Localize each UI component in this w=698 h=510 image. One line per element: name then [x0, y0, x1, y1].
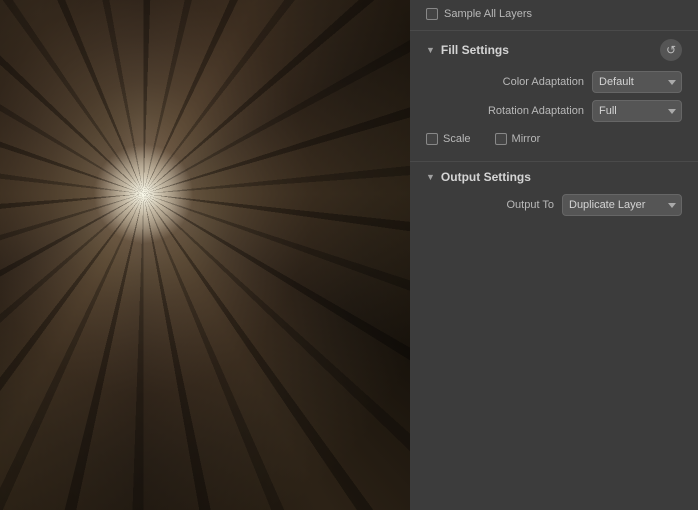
sample-all-layers-row: Sample All Layers — [410, 0, 698, 28]
output-to-row: Output To Duplicate Layer New Layer Curr… — [426, 194, 682, 216]
divider-top — [410, 30, 698, 31]
sample-all-layers-checkbox[interactable] — [426, 8, 438, 20]
output-to-control: Duplicate Layer New Layer Current Layer — [562, 194, 682, 216]
output-settings-header[interactable]: ▼ Output Settings — [410, 164, 698, 190]
mirror-label: Mirror — [512, 133, 541, 145]
rotation-adaptation-control: None Low Medium High Full — [592, 100, 682, 122]
sample-all-layers-label: Sample All Layers — [444, 8, 532, 20]
color-adaptation-select[interactable]: Default None Strict Loose Very Strict — [592, 71, 682, 93]
output-settings-title: Output Settings — [441, 170, 682, 184]
reset-icon: ↺ — [666, 43, 676, 57]
rotation-adaptation-label: Rotation Adaptation — [426, 105, 592, 117]
fill-settings-chevron-icon: ▼ — [426, 45, 435, 55]
fill-settings-reset-button[interactable]: ↺ — [660, 39, 682, 61]
image-panel — [0, 0, 410, 510]
output-to-select[interactable]: Duplicate Layer New Layer Current Layer — [562, 194, 682, 216]
color-adaptation-control: Default None Strict Loose Very Strict — [592, 71, 682, 93]
color-adaptation-row: Color Adaptation Default None Strict Loo… — [426, 71, 682, 93]
scale-item: Scale — [426, 133, 471, 145]
mirror-item: Mirror — [495, 133, 541, 145]
mirror-checkbox[interactable] — [495, 133, 507, 145]
output-settings-content: Output To Duplicate Layer New Layer Curr… — [410, 190, 698, 235]
rotation-adaptation-row: Rotation Adaptation None Low Medium High… — [426, 100, 682, 122]
scale-label: Scale — [443, 133, 471, 145]
fill-settings-title: Fill Settings — [441, 43, 654, 57]
side-panel: Sample All Layers ▼ Fill Settings ↺ Colo… — [410, 0, 698, 510]
pantheon-image — [0, 0, 410, 510]
fill-settings-section: ▼ Fill Settings ↺ Color Adaptation Defau… — [410, 33, 698, 159]
color-adaptation-label: Color Adaptation — [426, 76, 592, 88]
output-to-label: Output To — [426, 199, 562, 211]
fill-settings-header[interactable]: ▼ Fill Settings ↺ — [410, 33, 698, 67]
output-settings-chevron-icon: ▼ — [426, 172, 435, 182]
divider-mid — [410, 161, 698, 162]
fill-settings-content: Color Adaptation Default None Strict Loo… — [410, 67, 698, 159]
scale-mirror-row: Scale Mirror — [426, 129, 682, 147]
scale-checkbox[interactable] — [426, 133, 438, 145]
rotation-adaptation-select[interactable]: None Low Medium High Full — [592, 100, 682, 122]
output-settings-section: ▼ Output Settings Output To Duplicate La… — [410, 164, 698, 235]
